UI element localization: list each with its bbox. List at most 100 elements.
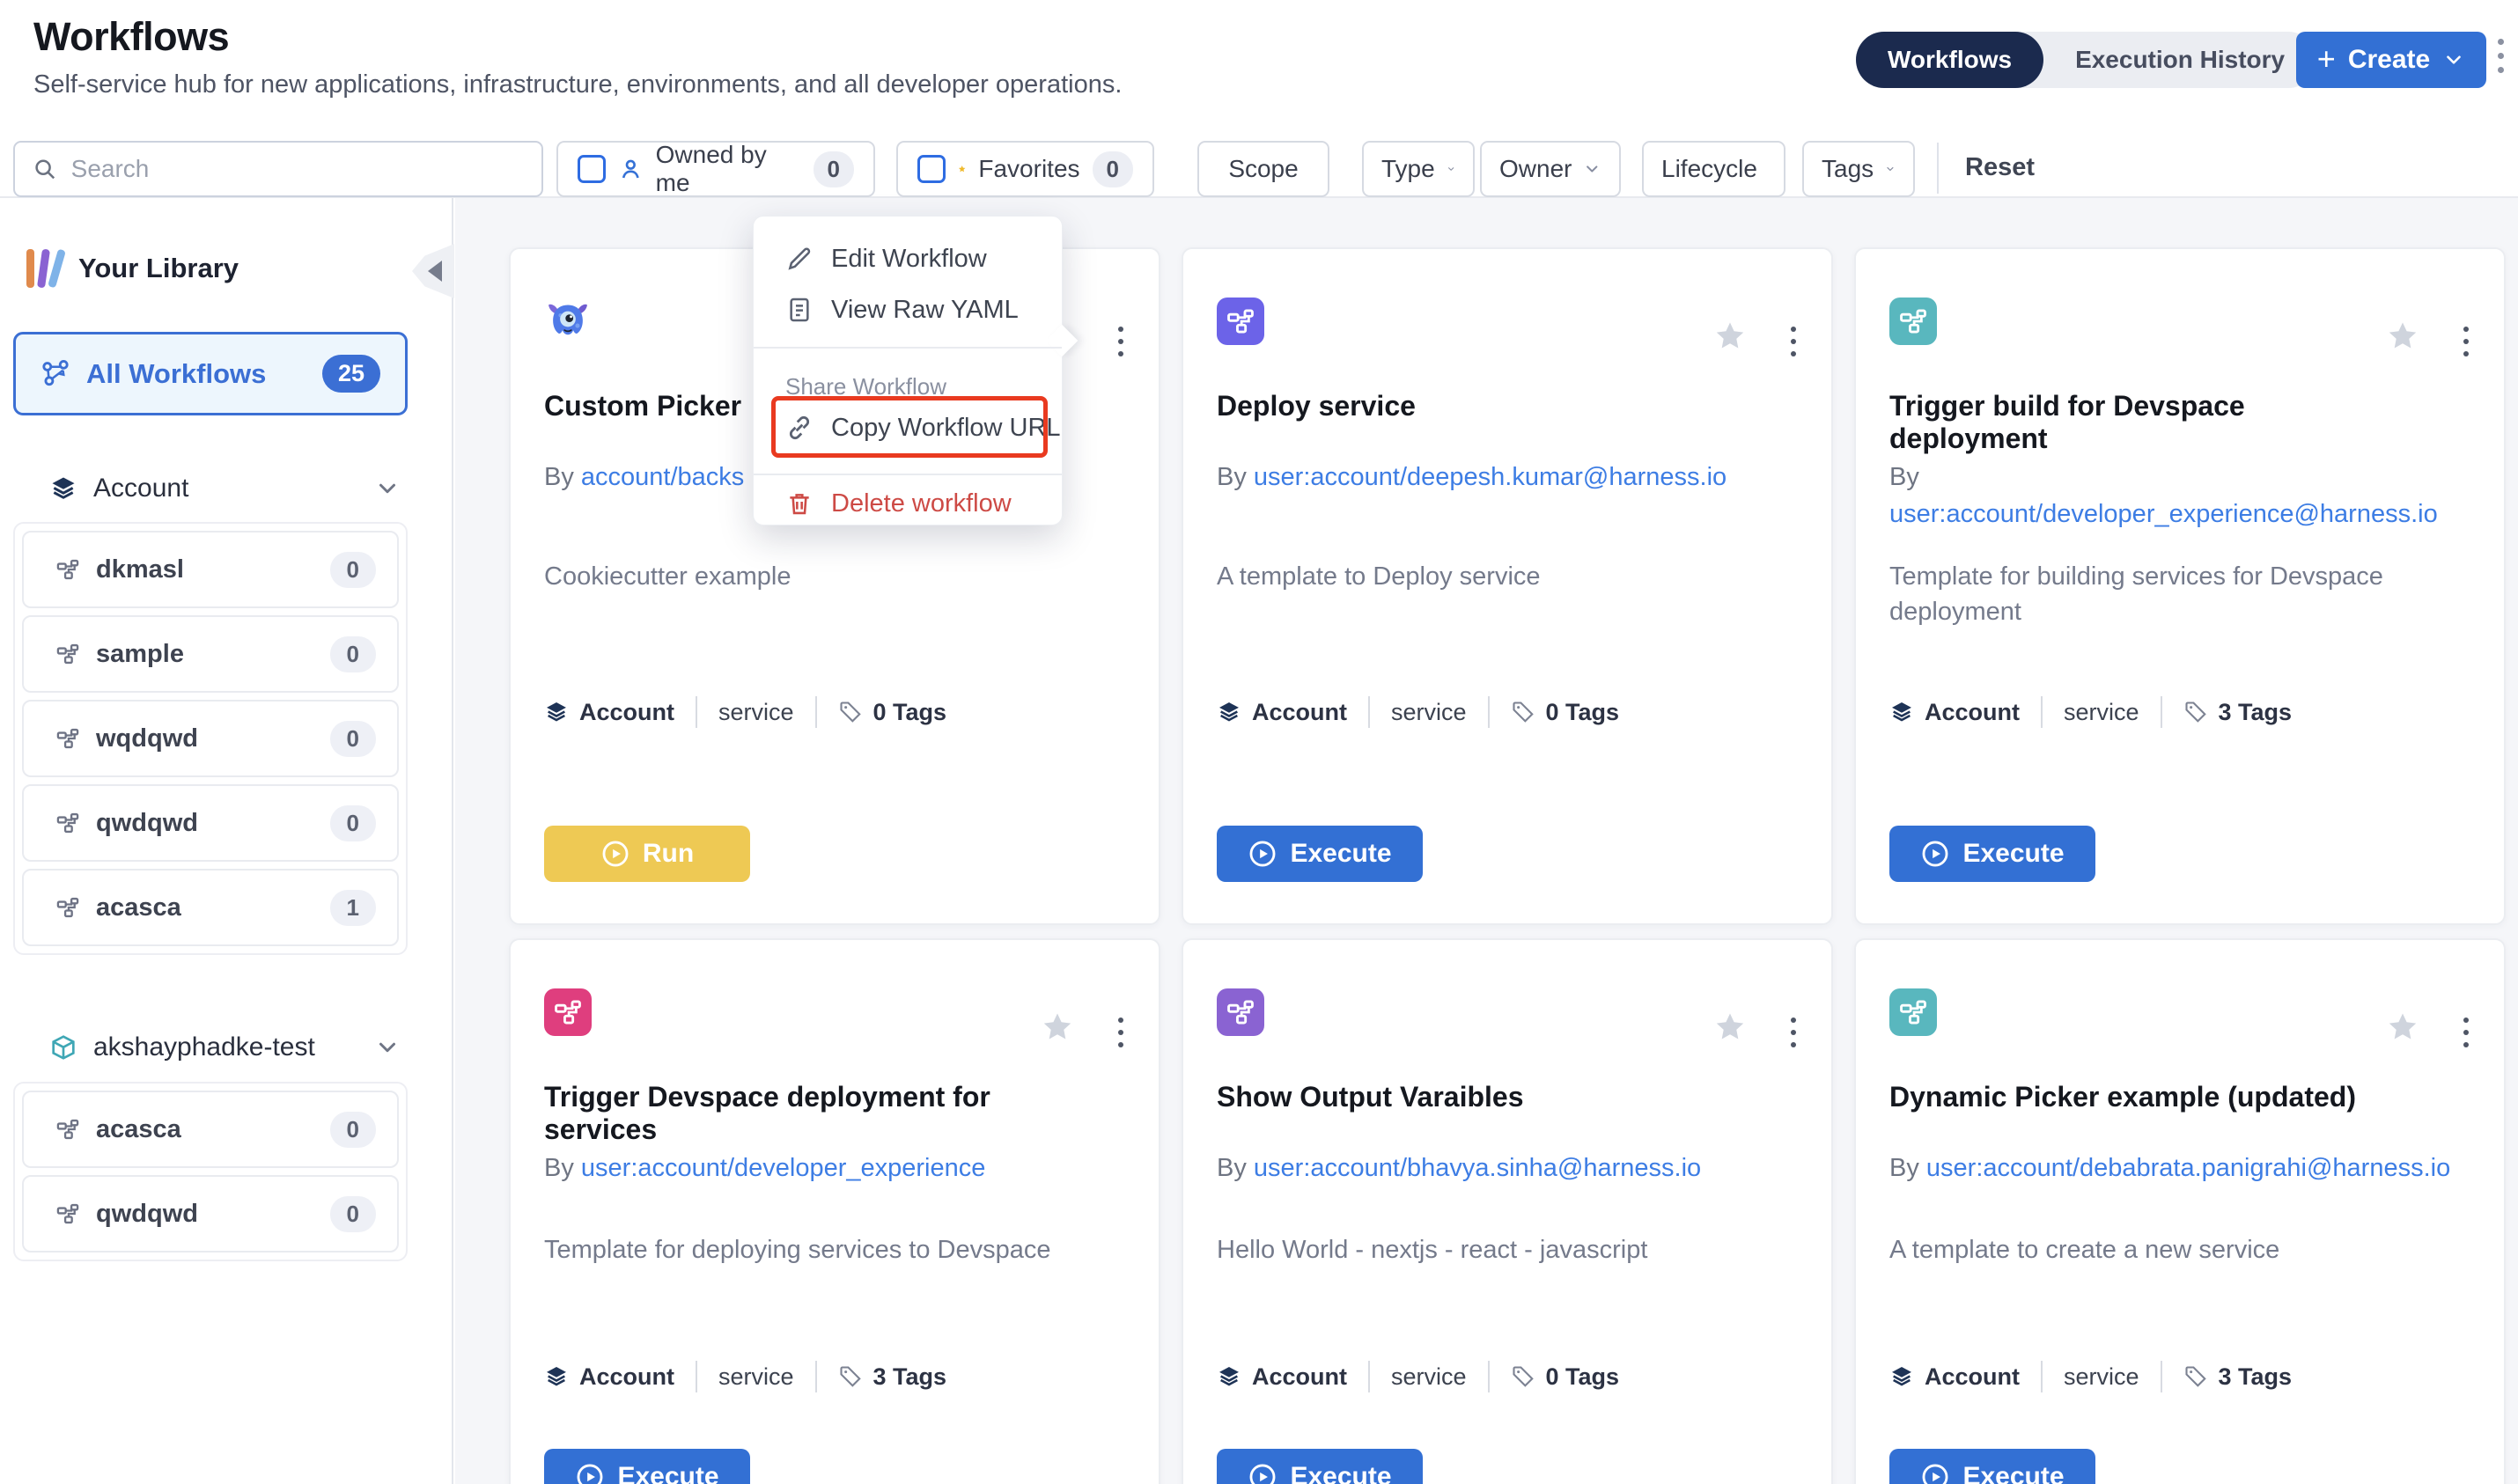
item-count: 0 [330, 1196, 376, 1232]
search-icon [33, 156, 57, 182]
owner-link[interactable]: user:account/developer_experience [581, 1154, 985, 1182]
play-icon [600, 839, 630, 869]
all-workflows-icon [40, 359, 70, 389]
sidebar-item-dkmasl[interactable]: dkmasl 0 [22, 531, 399, 608]
tag-icon [838, 1364, 863, 1389]
card-description: A template to create a new service [1889, 1232, 2466, 1267]
tag-icon [1511, 1364, 1535, 1389]
card-menu-kebab[interactable] [1115, 323, 1127, 360]
owner-link[interactable]: user:account/debabrata.panigrahi@harness… [1926, 1154, 2450, 1182]
item-count: 1 [330, 890, 376, 926]
workflow-card-show-output: Show Output Varaibles By user:account/bh… [1182, 938, 1833, 1484]
tags-dropdown-label: Tags [1822, 155, 1874, 183]
card-title: Show Output Varaibles [1217, 1081, 1726, 1113]
workflow-icon [553, 997, 583, 1027]
favorites-count: 0 [1093, 151, 1133, 187]
execute-button[interactable]: Execute [1889, 1449, 2095, 1484]
favorites-label: Favorites [978, 155, 1079, 183]
search-input[interactable] [71, 155, 524, 183]
sidebar-item-qwdqwd[interactable]: qwdqwd 0 [22, 784, 399, 862]
filter-divider [1937, 143, 1939, 194]
card-description: Hello World - nextjs - react - javascrip… [1217, 1232, 1793, 1267]
execute-button[interactable]: Execute [1217, 826, 1423, 882]
workflow-icon [1898, 997, 1928, 1027]
tab-execution-history[interactable]: Execution History [2043, 32, 2316, 88]
card-title: Trigger build for Devspace deployment [1889, 390, 2398, 455]
card-menu-kebab[interactable] [2460, 1014, 2472, 1051]
owner-dropdown-label: Owner [1499, 155, 1572, 183]
workflow-card-deploy-service: Deploy service By user:account/deepesh.k… [1182, 247, 1833, 925]
card-menu-kebab[interactable] [1115, 1014, 1127, 1051]
card-footer: Account service 3 Tags [544, 1361, 946, 1392]
sidebar-section-account[interactable]: Account [0, 467, 453, 510]
sidebar-item-qwdqwd-2[interactable]: qwdqwd 0 [22, 1175, 399, 1253]
plus-icon: + [2317, 40, 2336, 77]
lifecycle-dropdown[interactable]: Lifecycle [1642, 141, 1785, 197]
favorites-filter[interactable]: Favorites 0 [896, 141, 1154, 197]
run-button[interactable]: Run [544, 826, 750, 882]
workflow-context-menu: Edit Workflow View Raw YAML Share Workfl… [753, 216, 1063, 525]
play-icon [1248, 1462, 1277, 1484]
library-header: Your Library [26, 249, 239, 288]
card-description: Template for building services for Devsp… [1889, 559, 2466, 629]
sidebar-item-all-workflows[interactable]: All Workflows 25 [13, 332, 408, 415]
card-byline: By user:account/developer_experience [544, 1150, 1125, 1186]
card-footer: Account service 0 Tags [544, 696, 946, 728]
sidebar-item-wqdqwd[interactable]: wqdqwd 0 [22, 700, 399, 777]
card-menu-kebab[interactable] [2460, 323, 2472, 360]
card-footer: Account service 0 Tags [1217, 696, 1619, 728]
owner-link[interactable]: user:account/developer_experience@harnes… [1889, 500, 2438, 528]
menu-item-edit-workflow[interactable]: Edit Workflow [754, 236, 1062, 282]
owner-link[interactable]: user:account/bhavya.sinha@harness.io [1254, 1154, 1701, 1182]
card-title: Deploy service [1217, 390, 1726, 422]
workflow-icon [55, 895, 80, 920]
owned-by-me-filter[interactable]: Owned by me 0 [556, 141, 875, 197]
filter-bar: Owned by me 0 Favorites 0 Scope Type Own… [0, 134, 2518, 198]
card-footer: Account service 3 Tags [1889, 1361, 2292, 1392]
sidebar-section-akshayphadke-test[interactable]: akshayphadke-test [0, 1026, 453, 1069]
menu-item-view-raw-yaml[interactable]: View Raw YAML [754, 287, 1062, 333]
akshayphadke-items-list: acasca 0 qwdqwd 0 [13, 1082, 408, 1261]
favorite-star-icon[interactable] [1041, 1010, 1074, 1044]
type-dropdown[interactable]: Type [1362, 141, 1475, 197]
section-akshayphadke-label: akshayphadke-test [93, 1032, 315, 1062]
tags-dropdown[interactable]: Tags [1802, 141, 1915, 197]
create-button[interactable]: + Create [2296, 32, 2486, 88]
execute-button[interactable]: Execute [1889, 826, 2095, 882]
owner-link[interactable]: account/backs [581, 463, 744, 491]
card-byline: By user:account/debabrata.panigrahi@harn… [1889, 1150, 2470, 1186]
owner-link[interactable]: user:account/deepesh.kumar@harness.io [1254, 463, 1727, 491]
chevron-down-icon [1583, 158, 1601, 180]
page-subtitle: Self-service hub for new applications, i… [33, 70, 1122, 99]
favorites-checkbox[interactable] [917, 155, 946, 183]
card-menu-kebab[interactable] [1787, 1014, 1800, 1051]
all-workflows-label: All Workflows [86, 358, 266, 390]
workflow-icon-tile [1217, 988, 1264, 1036]
card-title: Dynamic Picker example (updated) [1889, 1081, 2398, 1113]
favorite-star-icon[interactable] [1713, 1010, 1747, 1044]
sidebar-item-acasca-2[interactable]: acasca 0 [22, 1091, 399, 1168]
favorite-star-icon[interactable] [2386, 320, 2419, 353]
favorite-star-icon[interactable] [1713, 320, 1747, 353]
menu-item-delete-workflow[interactable]: Delete workflow [754, 481, 1062, 526]
execute-button[interactable]: Execute [1217, 1449, 1423, 1484]
chevron-down-icon [374, 1034, 401, 1061]
scope-dropdown[interactable]: Scope [1197, 141, 1329, 197]
card-byline: By user:account/developer_experience@har… [1889, 459, 2470, 533]
owned-by-me-checkbox[interactable] [578, 155, 606, 183]
owner-dropdown[interactable]: Owner [1480, 141, 1621, 197]
view-toggle: Workflows Execution History [1856, 32, 2316, 88]
item-count: 0 [330, 805, 376, 841]
sidebar-item-acasca[interactable]: acasca 1 [22, 869, 399, 946]
header-kebab-menu[interactable] [2492, 39, 2509, 73]
tag-icon [2183, 700, 2208, 724]
favorite-star-icon[interactable] [2386, 1010, 2419, 1044]
sidebar-collapse-button[interactable] [412, 244, 454, 298]
card-menu-kebab[interactable] [1787, 323, 1800, 360]
card-title: Trigger Devspace deployment for services [544, 1081, 1053, 1146]
tab-workflows[interactable]: Workflows [1856, 32, 2043, 88]
reset-filters-button[interactable]: Reset [1965, 153, 2035, 182]
workflow-card-trigger-devspace: Trigger Devspace deployment for services… [509, 938, 1160, 1484]
execute-button[interactable]: Execute [544, 1449, 750, 1484]
sidebar-item-sample[interactable]: sample 0 [22, 615, 399, 693]
